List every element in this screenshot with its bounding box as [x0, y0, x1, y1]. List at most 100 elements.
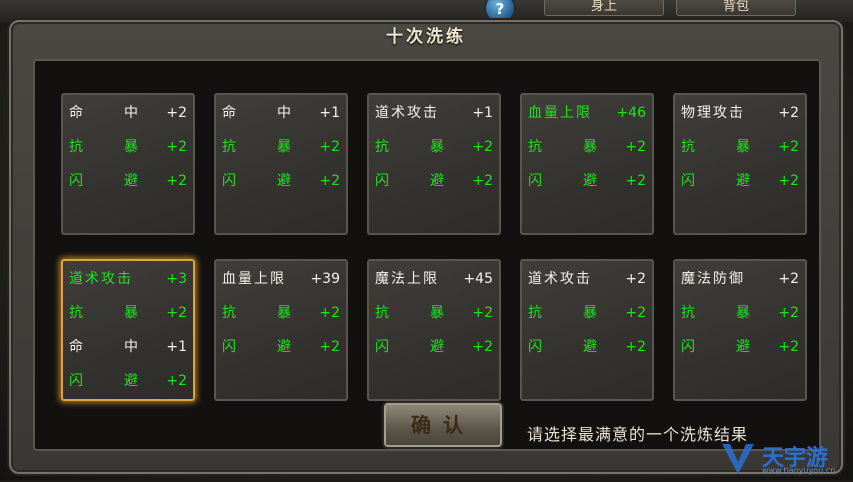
stat-value: +46 — [616, 105, 646, 121]
stat-name-first: 抗 — [222, 139, 238, 155]
stat-row: 闪 避 +2 — [375, 171, 493, 191]
stat-name-second: 暴 — [430, 139, 444, 155]
stat-value: +1 — [319, 105, 340, 121]
stat-value: +2 — [778, 339, 799, 355]
result-card[interactable]: 魔法防御 +2 抗 暴 +2 闪 避 +2 — [673, 259, 807, 401]
stat-name-second: 中 — [277, 105, 291, 121]
result-card[interactable]: 命 中 +1 抗 暴 +2 闪 避 +2 — [214, 93, 348, 235]
stat-name-second: 暴 — [430, 305, 444, 321]
stat-row: 道术攻击 +1 — [375, 103, 493, 123]
stat-name-first: 闪 — [375, 173, 391, 189]
stat-value: +2 — [625, 139, 646, 155]
dialog-title: 十次洗练 — [386, 27, 466, 47]
stat-row: 魔法防御 +2 — [681, 269, 799, 289]
stat-row: 闪 避 +2 — [375, 337, 493, 357]
stat-row: 命 中 +1 — [222, 103, 340, 123]
stat-value: +2 — [166, 173, 187, 189]
stat-row: 抗 暴 +2 — [222, 137, 340, 157]
stat-name-second: 暴 — [583, 139, 597, 155]
result-card[interactable]: 道术攻击 +1 抗 暴 +2 闪 避 +2 — [367, 93, 501, 235]
stat-row: 闪 避 +2 — [222, 171, 340, 191]
result-card[interactable]: 物理攻击 +2 抗 暴 +2 闪 避 +2 — [673, 93, 807, 235]
stat-name-second: 避 — [583, 173, 597, 189]
stat-value: +2 — [166, 139, 187, 155]
stat-name: 道术攻击 — [528, 271, 592, 287]
stat-name-first: 抗 — [375, 139, 391, 155]
stat-row: 道术攻击 +3 — [69, 269, 187, 289]
stat-value: +2 — [778, 271, 799, 287]
stat-name: 道术攻击 — [375, 105, 439, 121]
watermark-emblem-icon — [722, 444, 754, 474]
result-card[interactable]: 血量上限 +39 抗 暴 +2 闪 避 +2 — [214, 259, 348, 401]
stat-row: 抗 暴 +2 — [69, 303, 187, 323]
result-card[interactable]: 魔法上限 +45 抗 暴 +2 闪 避 +2 — [367, 259, 501, 401]
stat-row: 抗 暴 +2 — [69, 137, 187, 157]
stat-row: 抗 暴 +2 — [375, 303, 493, 323]
stat-name-second: 暴 — [277, 139, 291, 155]
stat-name: 血量上限 — [528, 105, 592, 121]
stat-name-first: 抗 — [69, 305, 85, 321]
stat-name-second: 暴 — [736, 139, 750, 155]
stat-name-second: 避 — [124, 373, 138, 389]
dialog-title-bar: 十次洗练 — [11, 22, 841, 52]
stat-name-second: 暴 — [736, 305, 750, 321]
results-panel: 命中 +2 抗暴 +2 闪避 +2 命中 +1 抗暴 +2 闪避 +2 道术攻击 +1 抗暴 +2 闪避 +2 血量… — [33, 59, 821, 451]
stat-value: +2 — [625, 173, 646, 189]
stat-name: 物理攻击 — [681, 105, 745, 121]
stat-value: +45 — [463, 271, 493, 287]
stat-name-second: 避 — [430, 339, 444, 355]
stat-name-second: 暴 — [277, 305, 291, 321]
stat-name-first: 抗 — [681, 305, 697, 321]
stat-row: 闪 避 +2 — [681, 171, 799, 191]
stat-row: 物理攻击 +2 — [681, 103, 799, 123]
stat-row: 抗 暴 +2 — [681, 303, 799, 323]
stat-name-first: 抗 — [528, 139, 544, 155]
stat-name-second: 避 — [124, 173, 138, 189]
stat-row: 血量上限 +39 — [222, 269, 340, 289]
stat-name-second: 暴 — [583, 305, 597, 321]
stat-name-first: 闪 — [222, 339, 238, 355]
stat-row: 闪 避 +2 — [528, 337, 646, 357]
stat-name-first: 闪 — [69, 373, 85, 389]
stat-row: 抗 暴 +2 — [375, 137, 493, 157]
hint-text: 请选择最满意的一个洗炼结果 — [527, 425, 749, 444]
stat-name-second: 避 — [736, 173, 750, 189]
stat-name: 魔法上限 — [375, 271, 439, 287]
stat-name-first: 闪 — [69, 173, 85, 189]
result-card[interactable]: 血量上限 +46 抗 暴 +2 闪 避 +2 — [520, 93, 654, 235]
stat-row: 血量上限 +46 — [528, 103, 646, 123]
stat-value: +2 — [472, 339, 493, 355]
stat-name-first: 闪 — [528, 339, 544, 355]
stat-row: 闪 避 +2 — [69, 371, 187, 391]
result-card-selected[interactable]: 道术攻击 +3 抗 暴 +2 命 中 +1 闪 避 +2 — [61, 259, 195, 401]
confirm-button[interactable]: 确认 — [384, 403, 502, 447]
stat-name: 血量上限 — [222, 271, 286, 287]
stat-row: 命 中 +1 — [69, 337, 187, 357]
top-tab-bag[interactable]: 背包 — [676, 0, 796, 16]
result-card[interactable]: 命 中 +2 抗 暴 +2 闪 避 +2 — [61, 93, 195, 235]
stat-value: +2 — [166, 373, 187, 389]
stat-row: 闪 避 +2 — [222, 337, 340, 357]
stat-value: +2 — [778, 139, 799, 155]
stat-value: +2 — [472, 139, 493, 155]
stat-name: 魔法防御 — [681, 271, 745, 287]
stat-value: +2 — [472, 173, 493, 189]
stat-value: +3 — [166, 271, 187, 287]
stat-name-second: 避 — [736, 339, 750, 355]
stat-row: 闪 避 +2 — [681, 337, 799, 357]
watermark-url: www.tianyuyou.cn — [762, 466, 836, 475]
stat-row: 抗 暴 +2 — [222, 303, 340, 323]
stat-name-first: 抗 — [375, 305, 391, 321]
top-tab-equipped[interactable]: 身上 — [544, 0, 664, 16]
stat-name-first: 抗 — [222, 305, 238, 321]
stat-value: +2 — [319, 305, 340, 321]
stat-value: +2 — [166, 305, 187, 321]
result-card[interactable]: 道术攻击 +2 抗 暴 +2 闪 避 +2 — [520, 259, 654, 401]
stat-value: +1 — [166, 339, 187, 355]
stat-row: 道术攻击 +2 — [528, 269, 646, 289]
stat-value: +2 — [778, 105, 799, 121]
stat-value: +1 — [472, 105, 493, 121]
stat-name-second: 避 — [430, 173, 444, 189]
stat-name-first: 闪 — [681, 339, 697, 355]
stat-value: +2 — [778, 305, 799, 321]
